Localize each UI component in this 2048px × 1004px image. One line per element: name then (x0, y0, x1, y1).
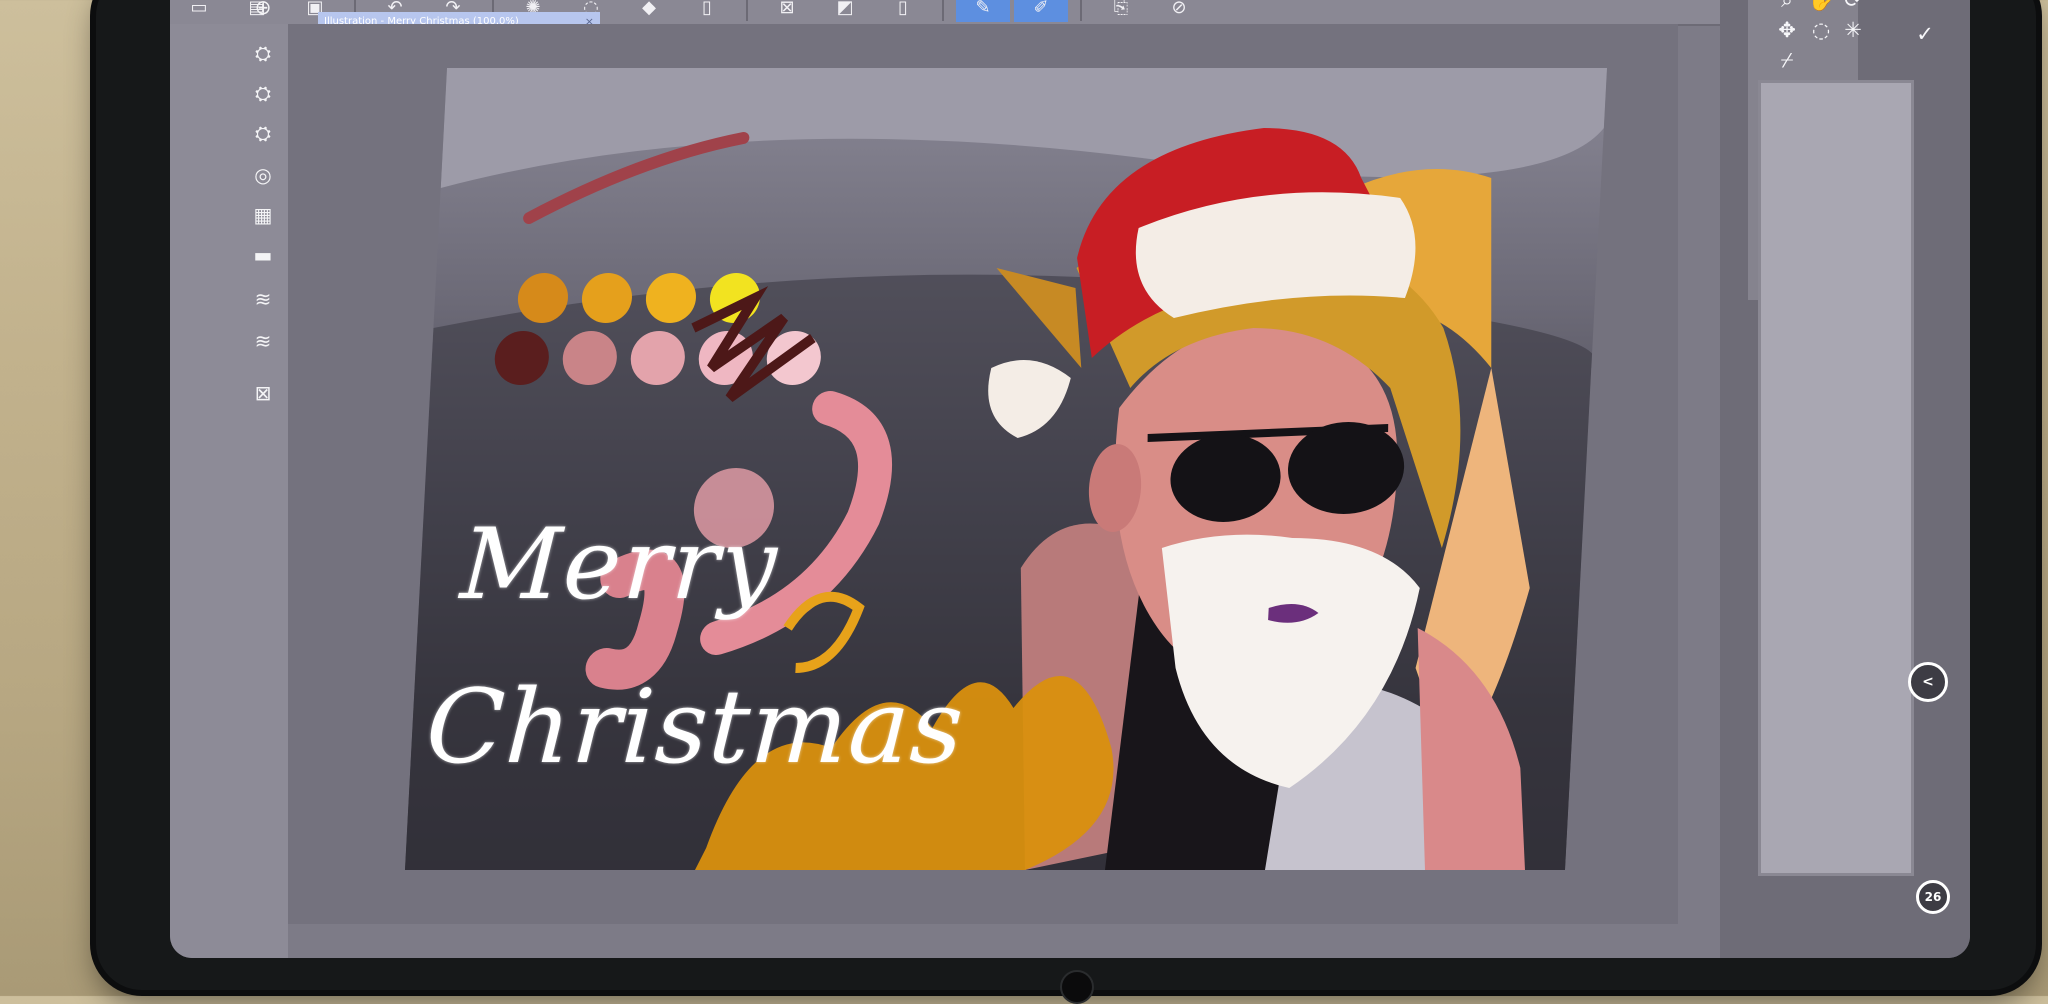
add-vector-layer-icon[interactable]: ⛭ (248, 80, 278, 106)
rotate-tool-icon[interactable]: ⟳ (1838, 0, 1868, 14)
greeting-line-1: Merry (457, 508, 782, 622)
fill-icon[interactable]: ◆ (622, 0, 676, 22)
selection-icon[interactable]: ▯ (876, 0, 930, 22)
notification-badge: 26 (1916, 880, 1950, 914)
clear-layer-icon[interactable]: ⊠ (248, 380, 278, 406)
merge-layer-icon[interactable]: ≋ (248, 328, 278, 354)
magic-wand-icon[interactable]: ✳ (1838, 16, 1868, 44)
collapse-panel-button[interactable]: < (1908, 662, 1948, 702)
grid-icon[interactable]: ⊠ (760, 0, 814, 22)
pipette-icon[interactable]: ⌿ (1772, 46, 1802, 74)
toolbar-divider (746, 0, 748, 21)
drawing-canvas[interactable]: Merry Christmas (404, 68, 1608, 870)
pen-mode-icon[interactable]: ✎ (956, 0, 1010, 22)
new-file-icon[interactable]: ▭ (172, 0, 226, 22)
layer-mask-icon[interactable]: ▬ (248, 242, 278, 268)
add-folder-icon[interactable]: ⛭ (248, 120, 278, 146)
add-layer-icon[interactable]: ⛭ (248, 40, 278, 66)
airbrush-mode-icon[interactable]: ✐ (1014, 0, 1068, 22)
tool-palette: ⌕ ✋ ⟳ ✥ ◌ ✳ ⌿ ✎ ✏ ✐ ◭ ✦ ◇ ◐ ◆ ◩ ╱ ▦ ◸ A … (1720, 0, 1970, 958)
zoom-tool-icon[interactable]: ⌕ (1772, 0, 1802, 14)
hand-tool-icon[interactable]: ✋ (1806, 0, 1836, 14)
clip-icon[interactable]: ▯ (680, 0, 734, 22)
layer-property-icon[interactable]: ▦ (248, 202, 278, 228)
front-camera (1060, 970, 1094, 1004)
settings-icon[interactable]: ⎘ (1094, 0, 1148, 22)
tool-property-panel (1758, 80, 1914, 876)
ruler-icon[interactable]: ⊘ (1152, 0, 1206, 22)
toolbar-divider (1080, 0, 1082, 21)
left-command-bar: ⊕ ⛭ ⛭ ⛭ ◎ ▦ ▬ ≋ ≋ ⊠ (170, 0, 288, 958)
zoom-icon[interactable]: ⊕ (248, 0, 278, 20)
chevron-down-icon[interactable]: ✓ (1910, 20, 1940, 48)
stop-icon[interactable]: ◎ (248, 162, 278, 188)
combine-layer-icon[interactable]: ≋ (248, 286, 278, 312)
gradient-icon[interactable]: ◩ (818, 0, 872, 22)
lasso-icon[interactable]: ◌ (1806, 16, 1836, 44)
move-tool-icon[interactable]: ✥ (1772, 16, 1802, 44)
app-screen: ▭ ▤ ▣ ↶ ↷ ✺ ◌ ◆ ▯ ⊠ ◩ ▯ ✎ ✐ ⎘ ⊘ ⊕ ⛭ ⛭ ⛭ … (170, 0, 1970, 958)
greeting-line-2: Christmas (423, 668, 967, 787)
toolbar-divider (942, 0, 944, 21)
